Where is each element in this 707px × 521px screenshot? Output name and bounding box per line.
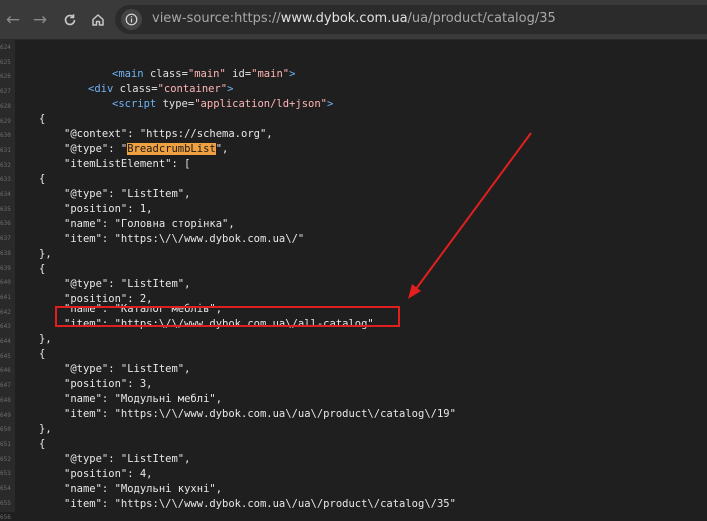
line-number: 655	[0, 499, 11, 507]
code-line: "position": 3,	[64, 378, 153, 390]
code-line: {	[39, 438, 46, 450]
line-number: 635	[0, 205, 11, 213]
line-number: 649	[0, 411, 11, 419]
code-line: },	[39, 333, 52, 345]
code-line: "@type": "ListItem",	[64, 363, 191, 375]
code-line: "@type": "ListItem",	[64, 188, 191, 200]
browser-toolbar: ← → view-source:https://www.dybok.com.ua…	[0, 0, 707, 40]
line-number: 626	[0, 73, 11, 81]
line-number: 629	[0, 117, 11, 125]
code-line: {	[39, 348, 46, 360]
code-line: "item": "https:\/\/www.dybok.com.ua\/ua\…	[64, 408, 456, 420]
line-number: 644	[0, 338, 11, 345]
url-prefix: view-source:https://	[152, 11, 281, 26]
line-number: 632	[0, 161, 11, 169]
search-highlight: BreadcrumbList	[127, 143, 216, 155]
line-number: 650	[0, 426, 11, 434]
line-number: 656	[0, 514, 11, 521]
line-number: 631	[0, 146, 11, 154]
code-line: "position": 1,	[64, 203, 153, 215]
line-number: 634	[0, 191, 11, 198]
line-number: 638	[0, 249, 11, 257]
code-line: "name": "Модульні меблі",	[64, 393, 223, 405]
code-line: "name": "Головна сторінка",	[64, 218, 235, 230]
line-number: 654	[0, 485, 11, 492]
code-line-div: <div class="container">	[88, 83, 234, 95]
line-number: 646	[0, 367, 11, 375]
line-number: 647	[0, 382, 11, 390]
code-line: {	[39, 263, 46, 275]
annotation-highlight-box	[55, 306, 400, 327]
code-line: {	[39, 173, 46, 185]
line-number: 645	[0, 352, 11, 360]
site-info-icon[interactable]	[121, 9, 142, 30]
line-number: 648	[0, 396, 11, 404]
line-number: 642	[0, 308, 11, 316]
line-number: 624	[0, 44, 11, 51]
code-line: "item": "https:\/\/www.dybok.com.ua\/ua\…	[64, 498, 456, 510]
code-line: },	[39, 423, 52, 435]
code-line-itemlist: "itemListElement": [	[64, 158, 191, 170]
code-line-context: "@context": "https://schema.org",	[64, 128, 273, 140]
forward-arrow-icon[interactable]: →	[27, 7, 53, 33]
code-line: "item": "https:\/\/www.dybok.com.ua\/"	[64, 233, 305, 245]
line-number: 652	[0, 455, 11, 463]
code-line-type: "@type": "BreadcrumbList",	[64, 143, 229, 155]
line-number: 628	[0, 102, 11, 110]
address-bar[interactable]: view-source:https://www.dybok.com.ua/ua/…	[115, 5, 707, 34]
line-number: 627	[0, 88, 11, 96]
line-number: 641	[0, 293, 11, 301]
back-arrow-icon[interactable]: ←	[0, 7, 26, 33]
line-number: 630	[0, 132, 11, 140]
address-url[interactable]: view-source:https://www.dybok.com.ua/ua/…	[152, 11, 556, 26]
code-line: "position": 4,	[64, 468, 153, 480]
line-number: 651	[0, 440, 11, 448]
line-number: 633	[0, 176, 11, 184]
line-number: 637	[0, 235, 11, 243]
line-number: 625	[0, 58, 11, 66]
line-number: 639	[0, 264, 11, 272]
line-number: 636	[0, 220, 11, 228]
home-icon[interactable]	[85, 7, 111, 33]
code-line-open-brace: {	[39, 113, 46, 125]
code-line-main: <main class="main" id="main">	[112, 68, 296, 80]
line-number: 653	[0, 470, 11, 478]
code-line: "@type": "ListItem",	[64, 453, 191, 465]
url-domain: www.dybok.com.ua	[280, 11, 408, 26]
line-number: 643	[0, 323, 11, 331]
code-line: "name": "Модульні кухні",	[64, 483, 223, 495]
annotation-arrow-icon	[408, 132, 532, 299]
reload-icon[interactable]	[57, 7, 83, 33]
line-number: 640	[0, 279, 11, 287]
code-line-script: <script type="application/ld+json">	[112, 98, 334, 110]
code-line: },	[39, 248, 52, 260]
code-line: "@type": "ListItem",	[64, 278, 191, 290]
url-path: /ua/product/catalog/35	[407, 11, 556, 26]
